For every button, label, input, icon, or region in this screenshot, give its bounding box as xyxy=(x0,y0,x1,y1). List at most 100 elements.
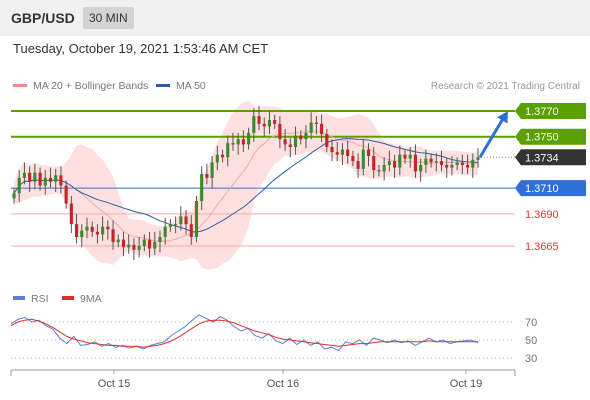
candle-body xyxy=(226,143,230,158)
candle-body xyxy=(12,193,16,199)
candle-body xyxy=(54,175,58,182)
candle-body xyxy=(200,174,204,201)
candle-body xyxy=(147,239,152,249)
candle-body xyxy=(361,149,365,169)
candle-body xyxy=(320,123,324,135)
candle-body xyxy=(153,242,157,249)
candle-body xyxy=(278,123,282,140)
candle-body xyxy=(403,154,407,159)
candle-body xyxy=(429,158,433,163)
candle-body xyxy=(283,139,287,145)
candle-body xyxy=(314,122,318,124)
candle-body xyxy=(424,158,428,165)
candle-body xyxy=(419,165,423,172)
candle-body xyxy=(439,161,444,165)
candlestick xyxy=(194,195,199,243)
candle-body xyxy=(273,120,277,124)
candle-body xyxy=(413,154,418,172)
candle-body xyxy=(382,165,386,172)
candle-body xyxy=(335,152,339,155)
candle-body xyxy=(351,156,355,162)
candle-body xyxy=(372,156,376,171)
bollinger-band-fill xyxy=(14,100,478,270)
candle-body xyxy=(74,224,79,237)
level-label-1.3734: 1.3734 xyxy=(525,152,559,164)
candle-body xyxy=(309,122,313,133)
candle-body xyxy=(184,216,188,225)
price-chart[interactable]: 1.3770 1.3750 1.3734 1.3710 1.3690 1.3665 70 50… xyxy=(0,0,590,400)
x-tick-label: Oct 16 xyxy=(267,378,299,390)
level-label-1.3710: 1.3710 xyxy=(525,183,559,195)
candle-body xyxy=(466,165,470,168)
candle-body xyxy=(257,116,261,124)
candle-body xyxy=(179,216,183,225)
candle-body xyxy=(210,162,214,178)
candle-body xyxy=(236,139,240,145)
candle-body xyxy=(304,132,308,140)
candle-body xyxy=(101,226,105,235)
candle-body xyxy=(174,224,178,226)
candle-body xyxy=(28,172,32,182)
candle-body xyxy=(330,147,334,153)
level-label-1.3665: 1.3665 xyxy=(525,241,559,253)
candle-body xyxy=(398,154,402,168)
candle-body xyxy=(127,244,131,248)
candle-body xyxy=(299,135,303,140)
candle-body xyxy=(69,203,73,225)
candle-body xyxy=(356,161,360,169)
candle-body xyxy=(346,149,350,156)
candle-body xyxy=(111,229,115,243)
candle-body xyxy=(387,161,391,165)
candle-body xyxy=(189,224,193,237)
candle-body xyxy=(247,132,251,145)
candle-body xyxy=(22,172,26,178)
candle-body xyxy=(48,177,53,182)
candle-body xyxy=(471,159,475,168)
rsi-9ma-line xyxy=(10,318,478,348)
candle-body xyxy=(408,154,412,159)
candle-body xyxy=(476,157,480,160)
candle-body xyxy=(267,120,272,127)
candle-body xyxy=(293,135,298,147)
candle-body xyxy=(460,162,464,165)
candle-body xyxy=(95,231,99,235)
candle-body xyxy=(288,144,292,147)
candle-body xyxy=(262,123,266,127)
candle-body xyxy=(106,226,110,230)
rsi-tick-50: 50 xyxy=(525,335,537,347)
level-label-1.3770: 1.3770 xyxy=(525,106,559,118)
candle-body xyxy=(142,239,146,246)
candle-body xyxy=(116,239,120,243)
rsi-line xyxy=(10,314,479,352)
candle-body xyxy=(121,239,126,248)
candle-body xyxy=(325,134,329,147)
candle-body xyxy=(132,244,136,250)
candle-body xyxy=(90,226,94,232)
rsi-tick-70: 70 xyxy=(525,317,537,329)
candle-body xyxy=(377,170,381,172)
candle-body xyxy=(85,226,89,231)
candle-body xyxy=(43,177,47,186)
candle-body xyxy=(220,154,225,158)
candle-body xyxy=(215,154,219,163)
candle-body xyxy=(33,172,37,182)
candle-body xyxy=(137,246,141,250)
level-label-1.3690: 1.3690 xyxy=(525,209,559,221)
candle-body xyxy=(445,165,449,168)
x-tick-label: Oct 15 xyxy=(98,378,130,390)
candle-body xyxy=(80,230,84,237)
candle-body xyxy=(340,149,345,155)
level-label-1.3750: 1.3750 xyxy=(525,132,559,144)
candle-body xyxy=(366,149,371,156)
candle-body xyxy=(38,172,42,186)
candle-body xyxy=(163,226,167,237)
candle-body xyxy=(17,177,21,194)
candle-body xyxy=(64,185,68,204)
candle-body xyxy=(168,224,172,227)
candle-body xyxy=(231,143,235,145)
candle-body xyxy=(205,174,209,178)
candle-body xyxy=(393,161,397,168)
rsi-tick-30: 30 xyxy=(525,353,537,365)
candle-body xyxy=(194,201,199,237)
candle-body xyxy=(241,139,245,145)
